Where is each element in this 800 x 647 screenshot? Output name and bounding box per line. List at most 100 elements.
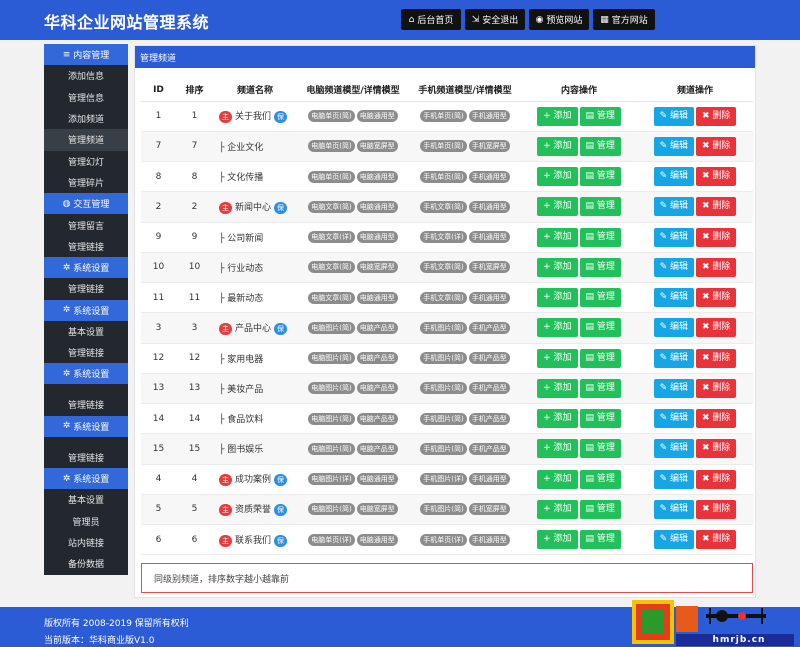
sidebar-item[interactable]: 管理员	[44, 510, 128, 531]
column-header: 频道名称	[213, 79, 297, 102]
sidebar-item[interactable]: 添加频道	[44, 108, 128, 129]
sidebar-section-header[interactable]: ✲ 系统设置	[44, 257, 128, 279]
add-content-button[interactable]: + 添加	[537, 136, 578, 156]
topnav-button-3[interactable]: ▦ 官方网站	[593, 9, 655, 30]
add-content-button[interactable]: + 添加	[537, 499, 578, 519]
sidebar-item[interactable]: 管理碎片	[44, 172, 128, 193]
manage-content-button[interactable]: ▤ 管理	[579, 197, 621, 217]
topnav-button-0[interactable]: ⌂ 后台首页	[401, 9, 461, 30]
edit-channel-button[interactable]: ✎ 编辑	[653, 499, 694, 519]
topnav-button-2[interactable]: ◉ 预览网站	[529, 9, 589, 30]
row-channel-actions: ✎ 编辑 ✖ 删除	[637, 252, 753, 284]
edit-channel-button[interactable]: ✎ 编辑	[653, 348, 694, 368]
sidebar-item[interactable]: 管理链接	[44, 278, 128, 299]
manage-content-button[interactable]: ▤ 管理	[579, 469, 621, 489]
delete-channel-button[interactable]: ✖ 删除	[696, 106, 737, 126]
edit-channel-button[interactable]: ✎ 编辑	[653, 469, 694, 489]
add-content-button[interactable]: + 添加	[537, 197, 578, 217]
sidebar-item[interactable]: 管理链接	[44, 394, 128, 415]
edit-channel-button[interactable]: ✎ 编辑	[653, 530, 694, 550]
edit-channel-button[interactable]: ✎ 编辑	[653, 378, 694, 398]
manage-content-button[interactable]: ▤ 管理	[579, 409, 621, 429]
manage-content-button[interactable]: ▤ 管理	[579, 288, 621, 308]
sidebar-item[interactable]: 管理留言	[44, 214, 128, 235]
manage-content-button[interactable]: ▤ 管理	[579, 227, 621, 247]
edit-channel-button[interactable]: ✎ 编辑	[653, 439, 694, 459]
sidebar-item[interactable]: 管理信息	[44, 86, 128, 107]
manage-content-button[interactable]: ▤ 管理	[579, 167, 621, 187]
sidebar-section-header[interactable]: ✲ 系统设置	[44, 415, 128, 437]
delete-channel-button[interactable]: ✖ 删除	[696, 136, 737, 156]
sidebar-item[interactable]: 管理幻灯	[44, 151, 128, 172]
manage-content-button[interactable]: ▤ 管理	[579, 318, 621, 338]
add-content-button[interactable]: + 添加	[537, 378, 578, 398]
manage-content-button[interactable]: ▤ 管理	[579, 499, 621, 519]
edit-channel-button[interactable]: ✎ 编辑	[653, 227, 694, 247]
sidebar-item[interactable]: 管理链接	[44, 342, 128, 363]
sidebar-item[interactable]: 站内链接	[44, 532, 128, 553]
delete-channel-button[interactable]: ✖ 删除	[696, 378, 737, 398]
manage-content-button[interactable]: ▤ 管理	[579, 106, 621, 126]
edit-channel-button[interactable]: ✎ 编辑	[653, 318, 694, 338]
edit-channel-button[interactable]: ✎ 编辑	[653, 106, 694, 126]
add-content-button[interactable]: + 添加	[537, 318, 578, 338]
manage-content-button[interactable]: ▤ 管理	[579, 348, 621, 368]
edit-channel-button[interactable]: ✎ 编辑	[653, 197, 694, 217]
sidebar-item[interactable]: 备份数据	[44, 553, 128, 574]
manage-content-button[interactable]: ▤ 管理	[579, 136, 621, 156]
manage-content-button[interactable]: ▤ 管理	[579, 257, 621, 277]
row-content-actions: + 添加 ▤ 管理	[521, 252, 637, 284]
delete-channel-button[interactable]: ✖ 删除	[696, 409, 737, 429]
add-content-button[interactable]: + 添加	[537, 227, 578, 247]
manage-content-button[interactable]: ▤ 管理	[579, 439, 621, 459]
add-content-button[interactable]: + 添加	[537, 409, 578, 429]
model-tag: 手机图片(简)	[420, 503, 467, 516]
row-pc-model: 电脑图片(简) 电脑产品型	[297, 433, 409, 465]
topnav-button-1[interactable]: ⇲ 安全退出	[465, 9, 525, 30]
row-content-actions: + 添加 ▤ 管理	[521, 433, 637, 465]
sidebar-item[interactable]: 基本设置	[44, 321, 128, 342]
sidebar-item[interactable]: 管理链接	[44, 447, 128, 468]
sidebar-section-header[interactable]: ◍ 交互管理	[44, 193, 128, 215]
sidebar-section-header[interactable]: ✲ 系统设置	[44, 299, 128, 321]
delete-channel-button[interactable]: ✖ 删除	[696, 318, 737, 338]
add-content-button[interactable]: + 添加	[537, 530, 578, 550]
add-content-button[interactable]: + 添加	[537, 288, 578, 308]
sidebar-item[interactable]: 基本设置	[44, 489, 128, 510]
manage-content-button[interactable]: ▤ 管理	[579, 530, 621, 550]
row-pc-model: 电脑图片(简) 电脑宽屏型	[297, 494, 409, 526]
delete-channel-button[interactable]: ✖ 删除	[696, 197, 737, 217]
sidebar-section-header[interactable]: ✲ 系统设置	[44, 468, 128, 490]
edit-channel-button[interactable]: ✎ 编辑	[653, 288, 694, 308]
delete-channel-button[interactable]: ✖ 删除	[696, 288, 737, 308]
delete-channel-button[interactable]: ✖ 删除	[696, 257, 737, 277]
manage-content-button[interactable]: ▤ 管理	[579, 378, 621, 398]
delete-label: 删除	[712, 201, 731, 212]
add-content-button[interactable]: + 添加	[537, 469, 578, 489]
delete-channel-button[interactable]: ✖ 删除	[696, 348, 737, 368]
add-content-button[interactable]: + 添加	[537, 348, 578, 368]
delete-channel-button[interactable]: ✖ 删除	[696, 167, 737, 187]
main-badge: 主	[219, 504, 232, 517]
delete-channel-button[interactable]: ✖ 删除	[696, 227, 737, 247]
add-content-button[interactable]: + 添加	[537, 106, 578, 126]
add-content-button[interactable]: + 添加	[537, 257, 578, 277]
edit-channel-button[interactable]: ✎ 编辑	[653, 136, 694, 156]
sidebar-section-label: 系统设置	[73, 422, 110, 433]
add-content-button[interactable]: + 添加	[537, 167, 578, 187]
delete-channel-button[interactable]: ✖ 删除	[696, 499, 737, 519]
delete-channel-button[interactable]: ✖ 删除	[696, 469, 737, 489]
row-channel-actions: ✎ 编辑 ✖ 删除	[637, 373, 753, 405]
edit-channel-button[interactable]: ✎ 编辑	[653, 409, 694, 429]
model-tag: 手机图片(详)	[420, 473, 467, 486]
add-content-button[interactable]: + 添加	[537, 439, 578, 459]
sidebar-item[interactable]: 管理频道	[44, 129, 128, 151]
sidebar-section-header[interactable]: ✲ 系统设置	[44, 363, 128, 385]
sidebar-section-header[interactable]: ≡ 内容管理	[44, 44, 128, 65]
edit-channel-button[interactable]: ✎ 编辑	[653, 257, 694, 277]
sidebar-item[interactable]: 管理链接	[44, 236, 128, 257]
delete-channel-button[interactable]: ✖ 删除	[696, 530, 737, 550]
sidebar-item[interactable]: 添加信息	[44, 65, 128, 86]
edit-channel-button[interactable]: ✎ 编辑	[653, 167, 694, 187]
delete-channel-button[interactable]: ✖ 删除	[696, 439, 737, 459]
